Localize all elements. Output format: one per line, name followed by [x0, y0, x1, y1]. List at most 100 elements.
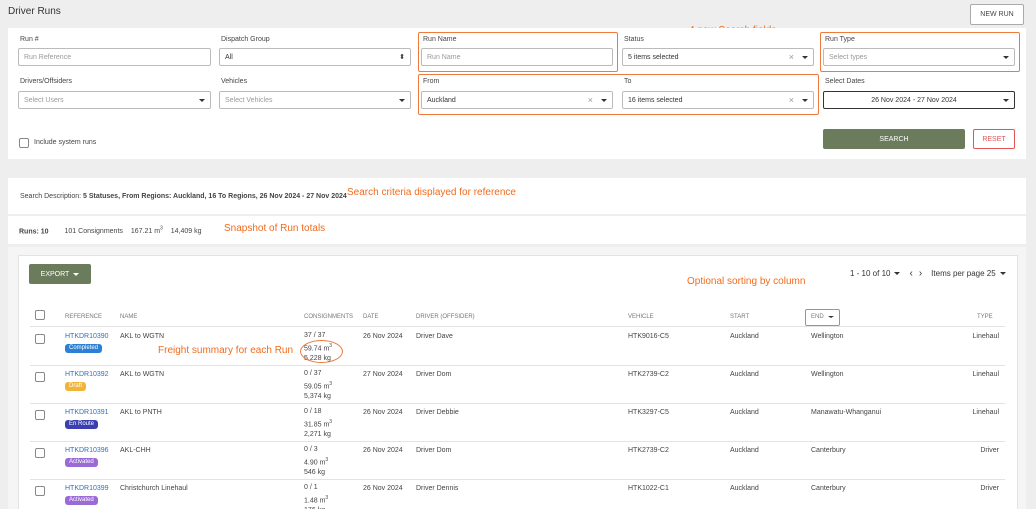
col-end[interactable]: END	[811, 314, 834, 320]
cell-driver: Driver Debbie	[416, 409, 459, 416]
status-label: Status	[624, 36, 644, 43]
chevron-right-icon[interactable]: ›	[919, 268, 922, 279]
sort-down-icon	[827, 316, 834, 318]
run-reference-link[interactable]: HTKDR10392	[65, 371, 109, 378]
cell-vehicle: HTK2739-C2	[628, 447, 669, 454]
cell-reference: HTKDR10396 Activated	[65, 445, 109, 467]
date-range-picker[interactable]: 26 Nov 2024 - 27 Nov 2024	[823, 91, 1015, 109]
chevron-down-icon	[1003, 98, 1009, 102]
search-button[interactable]: SEARCH	[823, 129, 965, 149]
chevron-down-icon	[802, 55, 808, 59]
run-reference-link[interactable]: HTKDR10396	[65, 447, 109, 454]
col-type[interactable]: TYPE	[977, 314, 993, 320]
cell-date: 26 Nov 2024	[363, 485, 403, 492]
col-consignments[interactable]: CONSIGNMENTS	[304, 314, 353, 320]
chevron-down-icon	[199, 98, 205, 102]
chevron-down-icon	[399, 98, 405, 102]
from-select[interactable]: Auckland ×	[421, 91, 613, 109]
reset-button[interactable]: RESET	[973, 129, 1015, 149]
pagination-range[interactable]: 1 - 10 of 10	[850, 269, 890, 278]
dispatch-group-select[interactable]: All ⬍	[219, 48, 411, 66]
cell-type: Linehaul	[972, 333, 999, 340]
col-reference[interactable]: REFERENCE	[65, 314, 102, 320]
run-type-select[interactable]: Select types	[823, 48, 1015, 66]
cell-driver: Driver Dave	[416, 333, 453, 340]
cell-consignments: 0 / 3 4.90 m3 546 kg	[304, 446, 329, 477]
drivers-label: Drivers/Offsiders	[20, 78, 72, 85]
updown-icon: ⬍	[399, 53, 405, 61]
vehicles-label: Vehicles	[221, 78, 248, 85]
items-per-page[interactable]: Items per page 25	[931, 269, 995, 278]
run-reference-link[interactable]: HTKDR10390	[65, 333, 109, 340]
cell-type: Linehaul	[972, 409, 999, 416]
annotation-criteria: Search criteria displayed for reference	[347, 187, 516, 198]
col-start[interactable]: START	[730, 314, 749, 320]
row-divider	[30, 365, 1005, 366]
totals-volume: 167.21 m3	[130, 226, 163, 236]
row-checkbox[interactable]	[35, 334, 45, 344]
run-name-input[interactable]: Run Name	[421, 48, 613, 66]
cell-consignments: 0 / 11.48 m3176 kg	[304, 484, 329, 509]
chevron-down-icon	[802, 98, 808, 102]
new-run-button[interactable]: NEW RUN	[970, 4, 1024, 25]
cell-end: Canterbury	[811, 447, 846, 454]
cell-start: Auckland	[730, 371, 759, 378]
cell-name: Christchurch Linehaul	[120, 485, 188, 492]
drivers-select[interactable]: Select Users	[18, 91, 211, 109]
run-name-label: Run Name	[423, 36, 457, 43]
cell-start: Auckland	[730, 485, 759, 492]
status-badge: Activated	[65, 458, 98, 467]
header-divider	[30, 326, 1005, 327]
totals-weight: 14,409 kg	[170, 228, 202, 236]
chevron-down-icon	[73, 272, 80, 276]
chevron-down-icon	[999, 272, 1006, 275]
cell-start: Auckland	[730, 447, 759, 454]
row-checkbox[interactable]	[35, 448, 45, 458]
include-system-runs-label: Include system runs	[34, 139, 97, 146]
cell-end: Wellington	[811, 333, 844, 340]
row-checkbox[interactable]	[35, 410, 45, 420]
search-description: Search Description: 5 Statuses, From Reg…	[20, 193, 347, 200]
row-checkbox[interactable]	[35, 372, 45, 382]
cell-date: 26 Nov 2024	[363, 447, 403, 454]
col-name[interactable]: NAME	[120, 314, 137, 320]
to-select[interactable]: 16 items selected ×	[622, 91, 814, 109]
run-reference-link[interactable]: HTKDR10399	[65, 485, 109, 492]
cell-reference: HTKDR10399 Activated	[65, 483, 109, 505]
run-reference-link[interactable]: HTKDR10391	[65, 409, 109, 416]
cell-consignments: 0 / 37 59.05 m3 5,374 kg	[304, 370, 333, 401]
row-divider	[30, 403, 1005, 404]
clear-icon[interactable]: ×	[588, 95, 593, 105]
chevron-left-icon[interactable]: ‹	[909, 268, 912, 279]
totals-runs: Runs: 10	[19, 228, 49, 236]
status-badge: Activated	[65, 496, 98, 505]
col-driver[interactable]: DRIVER (OFFSIDER)	[416, 314, 475, 320]
totals-summary: Runs: 10 101 Consignments 167.21 m3 14,4…	[19, 226, 202, 235]
cell-type: Driver	[980, 485, 999, 492]
page-title: Driver Runs	[8, 6, 61, 17]
chevron-down-icon	[894, 272, 901, 275]
freight-highlight-ellipse	[300, 340, 343, 363]
col-date[interactable]: DATE	[363, 314, 379, 320]
cell-name: AKL to WGTN	[120, 371, 165, 378]
cell-end: Manawatu-Whanganui	[811, 409, 882, 416]
run-number-input[interactable]: Run Reference	[18, 48, 211, 66]
cell-end: Canterbury	[811, 485, 846, 492]
clear-icon[interactable]: ×	[789, 95, 794, 105]
export-button[interactable]: EXPORT	[29, 264, 91, 284]
dates-label: Select Dates	[825, 78, 865, 85]
row-divider	[30, 479, 1005, 480]
cell-name: AKL to PNTH	[120, 409, 162, 416]
col-vehicle[interactable]: VEHICLE	[628, 314, 654, 320]
vehicles-select[interactable]: Select Vehicles	[219, 91, 411, 109]
annotation-sorting: Optional sorting by column	[687, 276, 806, 287]
from-label: From	[423, 78, 440, 85]
cell-vehicle: HTK3297-C5	[628, 409, 669, 416]
select-all-checkbox[interactable]	[35, 310, 45, 320]
cell-vehicle: HTK9016-C5	[628, 333, 669, 340]
status-select[interactable]: 5 items selected ×	[622, 48, 814, 66]
row-checkbox[interactable]	[35, 486, 45, 496]
cell-type: Driver	[980, 447, 999, 454]
include-system-runs-checkbox[interactable]	[19, 138, 29, 148]
clear-icon[interactable]: ×	[789, 52, 794, 62]
